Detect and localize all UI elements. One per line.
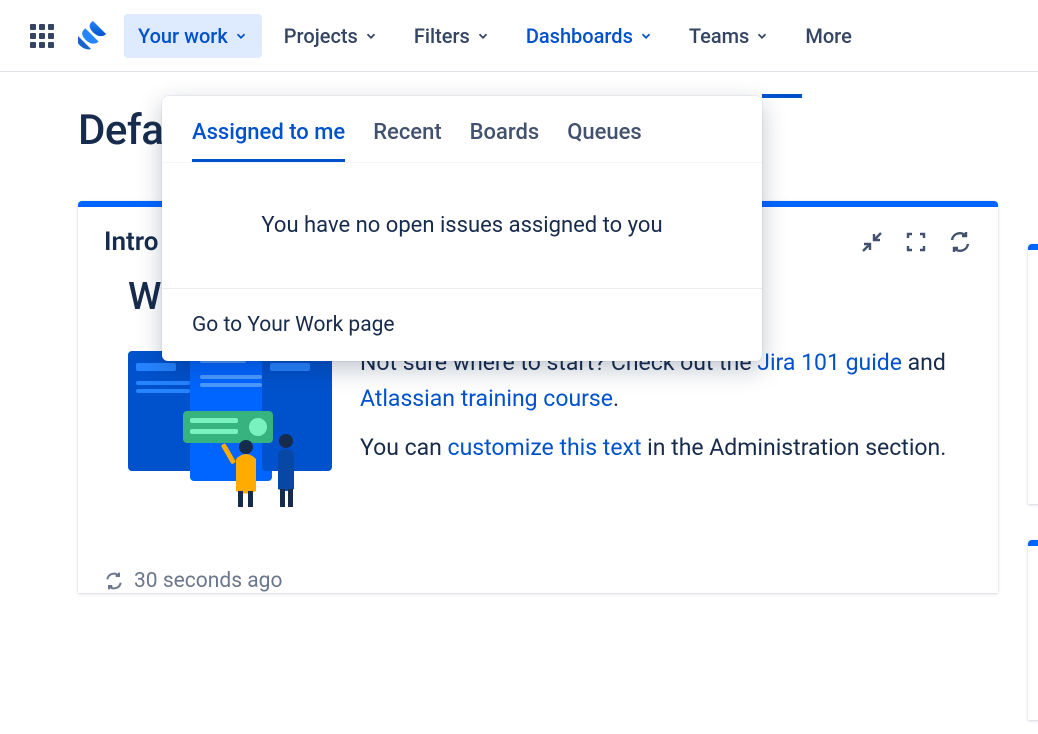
jira-101-link[interactable]: Jira 101 guide <box>757 349 902 376</box>
app-switcher-icon <box>30 24 54 48</box>
intro-text-2b: in the Administration section. <box>641 434 946 461</box>
maximize-button[interactable] <box>904 230 928 254</box>
nav-more[interactable]: More <box>791 14 865 58</box>
jira-logo-icon <box>78 21 108 51</box>
side-gadget-2 <box>1028 540 1038 720</box>
nav-projects[interactable]: Projects <box>270 14 392 58</box>
nav-your-work-label: Your work <box>138 24 228 48</box>
dropdown-empty-message: You have no open issues assigned to you <box>162 163 762 289</box>
intro-text-2a: You can <box>360 434 448 461</box>
refresh-button[interactable] <box>948 230 972 254</box>
tab-recent[interactable]: Recent <box>373 120 441 162</box>
chevron-down-icon <box>364 29 378 43</box>
app-switcher-button[interactable] <box>24 18 60 54</box>
your-work-dropdown: Assigned to me Recent Boards Queues You … <box>162 96 762 361</box>
customize-text-link[interactable]: customize this text <box>448 434 642 461</box>
nav-projects-label: Projects <box>284 24 358 48</box>
training-course-link[interactable]: Atlassian training course <box>360 385 613 412</box>
nav-active-indicator <box>762 94 802 98</box>
gadget-actions <box>860 230 972 254</box>
side-gadget-1 <box>1028 244 1038 504</box>
gadget-footer: 30 seconds ago <box>78 551 998 593</box>
refresh-icon <box>948 230 972 254</box>
onboarding-illustration <box>128 341 338 511</box>
intro-text-1b: and <box>902 349 946 376</box>
last-refreshed-text: 30 seconds ago <box>134 569 282 593</box>
minimize-button[interactable] <box>860 230 884 254</box>
nav-dashboards-label: Dashboards <box>526 24 633 48</box>
nav-teams-label: Teams <box>689 24 749 48</box>
nav-more-label: More <box>805 24 851 48</box>
nav-teams[interactable]: Teams <box>675 14 783 58</box>
refresh-icon <box>104 571 124 591</box>
jira-logo[interactable] <box>78 21 108 51</box>
top-navigation: Your work Projects Filters Dashboards Te… <box>0 0 1038 72</box>
chevron-down-icon <box>755 29 769 43</box>
nav-your-work[interactable]: Your work <box>124 14 262 58</box>
intro-text-1c: . <box>613 385 619 412</box>
maximize-icon <box>904 230 928 254</box>
minimize-icon <box>860 230 884 254</box>
tab-assigned-to-me[interactable]: Assigned to me <box>192 120 345 162</box>
tab-queues[interactable]: Queues <box>567 120 642 162</box>
nav-filters-label: Filters <box>414 24 470 48</box>
chevron-down-icon <box>234 29 248 43</box>
gadget-title: Intro <box>104 227 158 257</box>
chevron-down-icon <box>639 29 653 43</box>
chevron-down-icon <box>476 29 490 43</box>
go-to-your-work-link[interactable]: Go to Your Work page <box>162 289 762 361</box>
tab-boards[interactable]: Boards <box>470 120 540 162</box>
dropdown-tabs: Assigned to me Recent Boards Queues <box>162 96 762 163</box>
nav-filters[interactable]: Filters <box>400 14 504 58</box>
gadget-body-text: Not sure where to start? Check out the J… <box>360 345 972 480</box>
nav-dashboards[interactable]: Dashboards <box>512 14 667 58</box>
